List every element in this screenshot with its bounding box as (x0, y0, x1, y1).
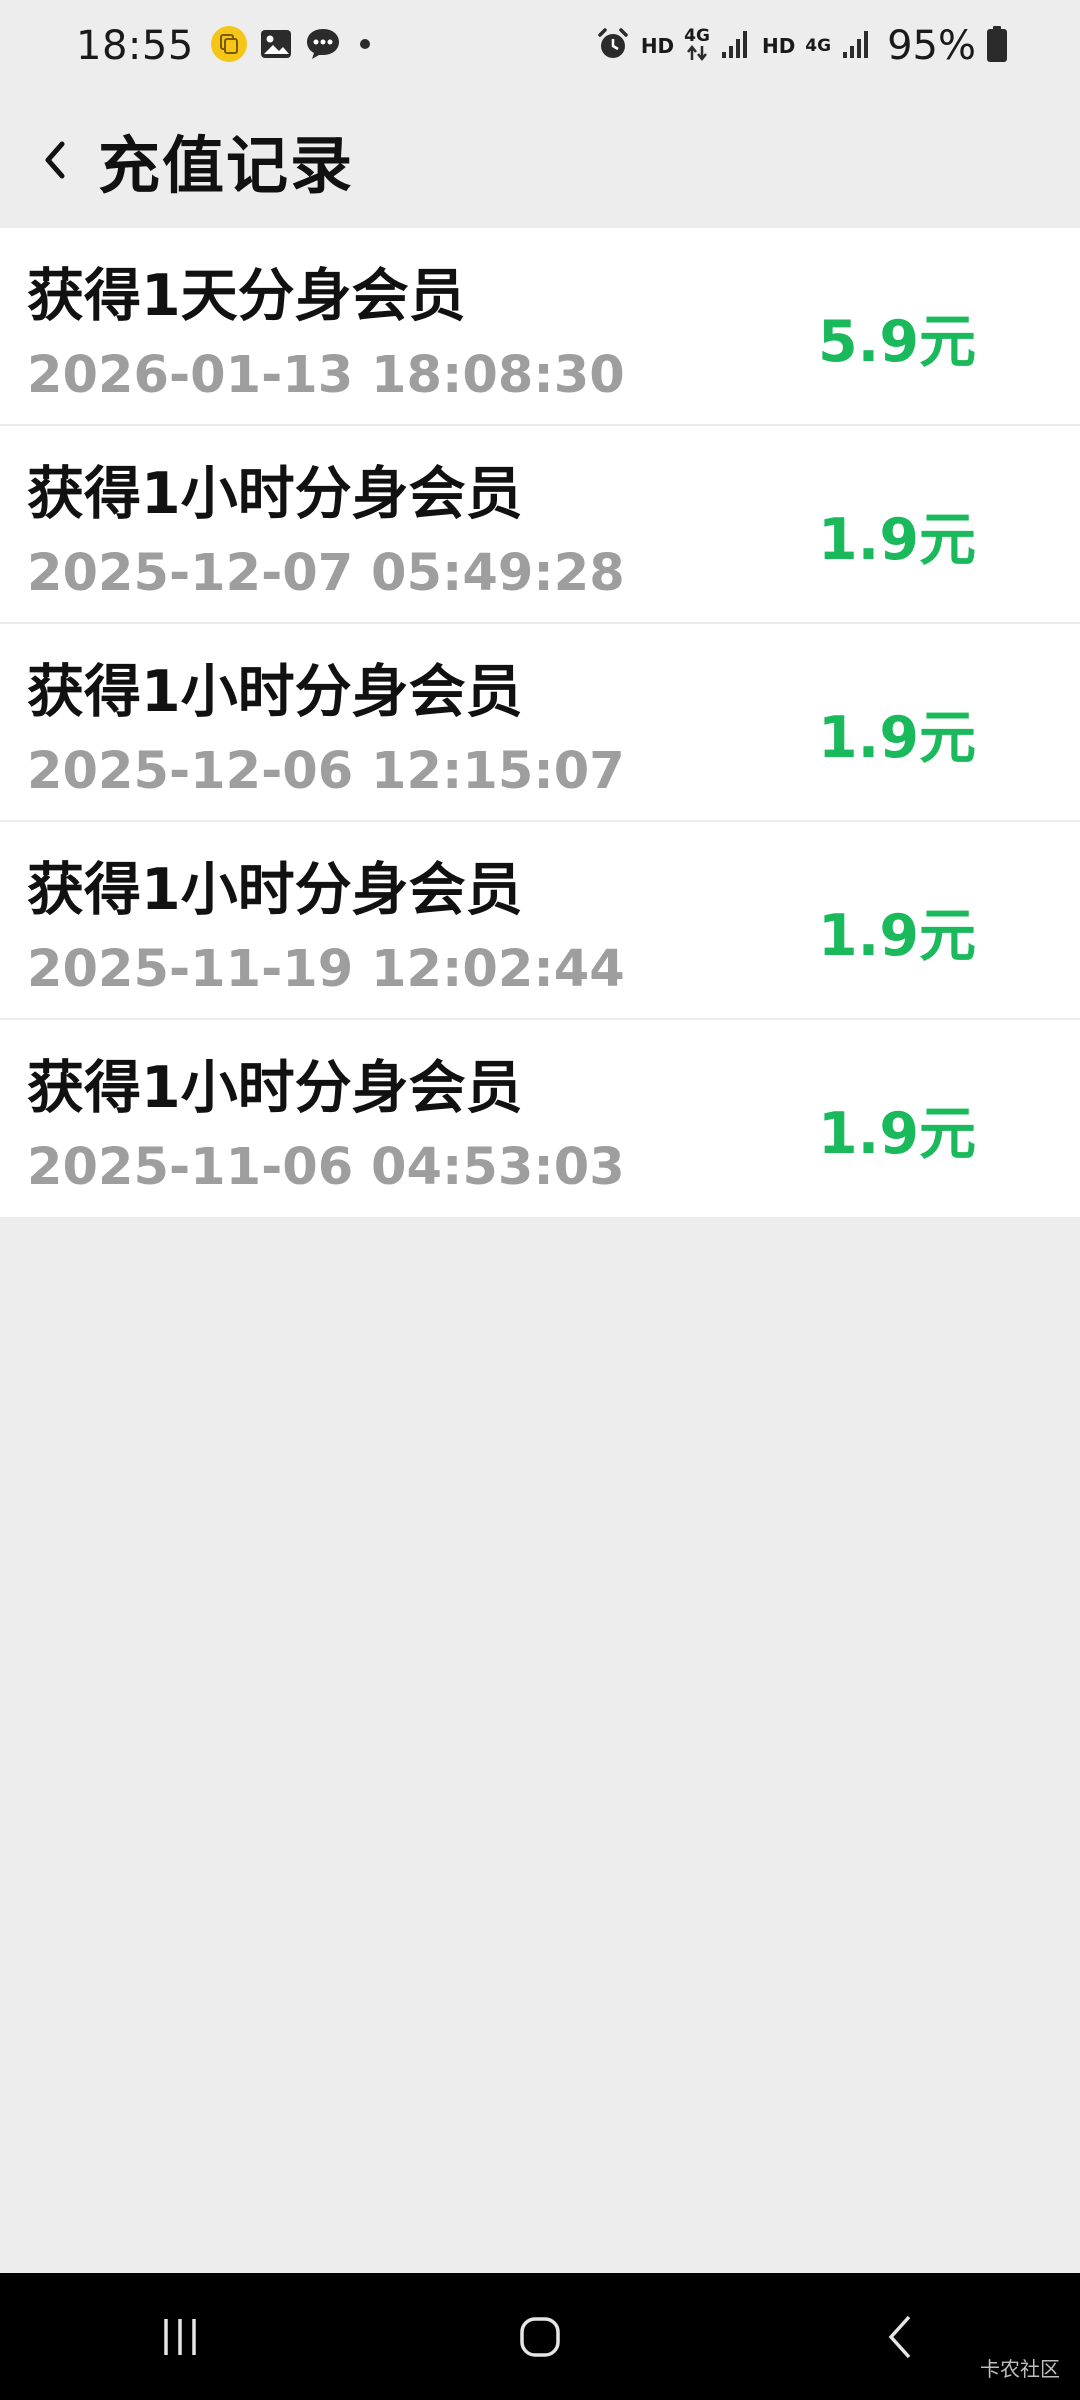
record-item[interactable]: 获得1小时分身会员 2025-12-07 05:49:28 1.9元 (0, 426, 1080, 624)
network-type-text: 4G (684, 25, 710, 46)
record-item[interactable]: 获得1小时分身会员 2025-11-19 12:02:44 1.9元 (0, 822, 1080, 1020)
record-title: 获得1小时分身会员 (27, 857, 523, 923)
dot-icon (352, 34, 378, 58)
system-nav-bar (0, 2273, 1080, 2400)
gallery-icon (258, 26, 294, 66)
record-amount: 1.9元 (818, 903, 976, 969)
record-date: 2025-12-07 05:49:28 (27, 544, 625, 603)
record-date: 2025-12-06 12:15:07 (27, 742, 625, 801)
recent-apps-button[interactable] (120, 2287, 240, 2387)
home-button[interactable] (480, 2287, 600, 2387)
record-date: 2025-11-19 12:02:44 (27, 940, 625, 999)
record-amount: 5.9元 (818, 309, 976, 375)
record-date: 2026-01-13 18:08:30 (27, 346, 625, 405)
nav-back-button[interactable] (840, 2287, 960, 2387)
signal-icon (720, 28, 752, 64)
page-title: 充值记录 (98, 129, 355, 202)
recharge-record-list: 获得1天分身会员 2026-01-13 18:08:30 5.9元 获得1小时分… (0, 228, 1080, 1217)
message-icon (304, 26, 342, 66)
status-time: 18:55 (76, 23, 194, 69)
status-bar: 18:55 HD 4G HD 4G 95% (0, 0, 1080, 92)
back-button[interactable] (34, 130, 74, 190)
record-title: 获得1天分身会员 (27, 263, 466, 329)
hd-label-2: HD (761, 34, 796, 58)
record-item[interactable]: 获得1小时分身会员 2025-12-06 12:15:07 1.9元 (0, 624, 1080, 822)
network-type-text-2: 4G (805, 35, 832, 56)
record-item[interactable]: 获得1天分身会员 2026-01-13 18:08:30 5.9元 (0, 228, 1080, 426)
page-header: 充值记录 (0, 92, 1080, 228)
record-title: 获得1小时分身会员 (27, 1055, 523, 1121)
record-item[interactable]: 获得1小时分身会员 2025-11-06 04:53:03 1.9元 (0, 1020, 1080, 1217)
battery-percentage: 95% (887, 23, 976, 69)
alarm-icon (595, 26, 631, 66)
home-icon (520, 2316, 560, 2357)
back-icon (888, 2315, 911, 2358)
network-4g-label: 4G (684, 25, 710, 65)
recent-apps-icon (164, 2318, 196, 2355)
record-amount: 1.9元 (818, 1101, 976, 1167)
app-notification-icon (210, 25, 248, 67)
record-title: 获得1小时分身会员 (27, 659, 523, 725)
chevron-left-icon (45, 141, 65, 179)
record-amount: 1.9元 (818, 507, 976, 573)
hd-label: HD (640, 34, 675, 58)
record-date: 2025-11-06 04:53:03 (27, 1138, 625, 1197)
network-4g-label-2: 4G (805, 35, 832, 56)
watermark-text: 卡农社区 (980, 2357, 1060, 2381)
record-amount: 1.9元 (818, 705, 976, 771)
signal-icon-2 (841, 28, 873, 64)
battery-icon (986, 25, 1008, 67)
record-title: 获得1小时分身会员 (27, 461, 523, 527)
